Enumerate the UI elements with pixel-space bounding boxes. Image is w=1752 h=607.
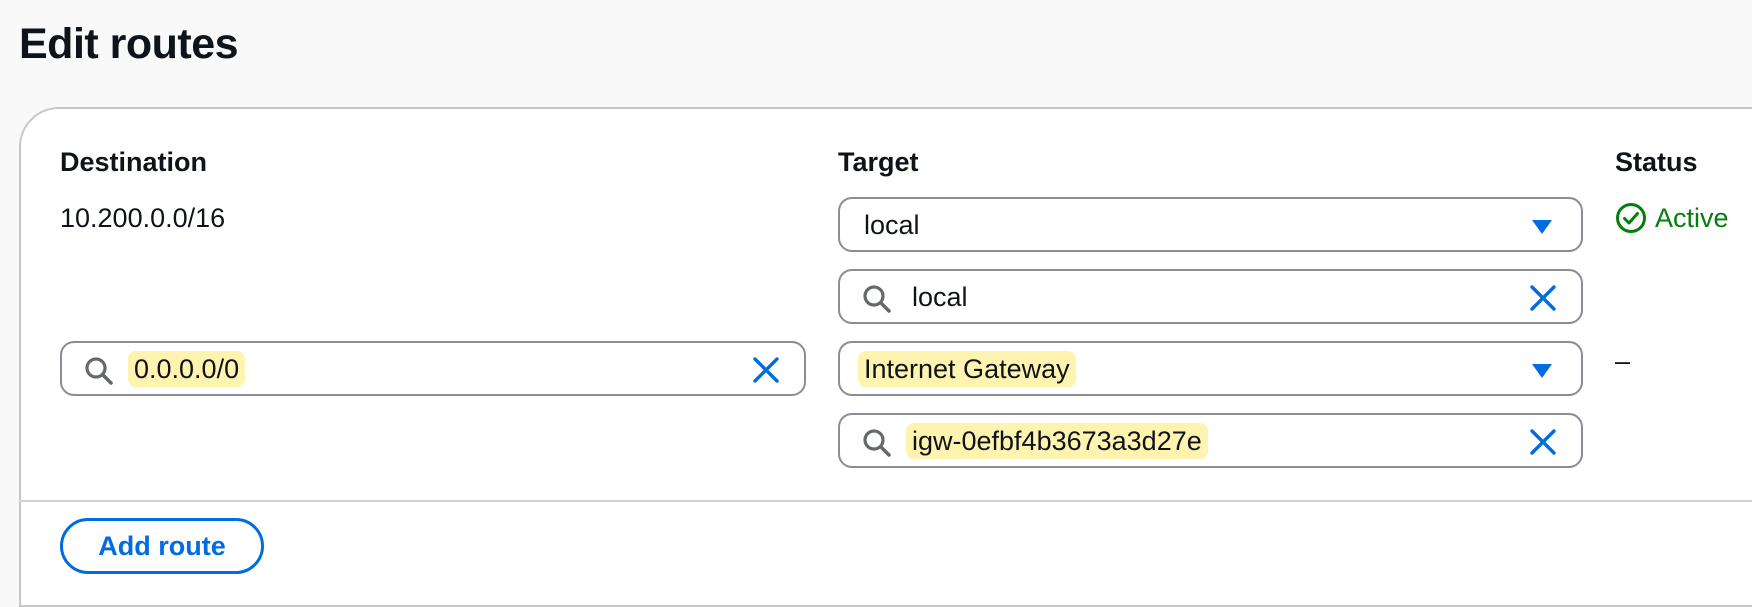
route-2-target-search-value: igw-0efbf4b3673a3d27e: [906, 423, 1208, 459]
search-icon: [863, 285, 891, 313]
route-1-target-select-value: local: [864, 210, 920, 240]
page-title: Edit routes: [19, 20, 239, 68]
close-icon[interactable]: [1528, 427, 1558, 457]
route-1-status: Active: [1615, 200, 1729, 236]
route-1-target-search-value: local: [912, 282, 968, 312]
close-icon[interactable]: [1528, 283, 1558, 313]
caret-down-icon: [1532, 220, 1552, 234]
column-header-target: Target: [838, 147, 919, 177]
route-2-target-select-value: Internet Gateway: [858, 351, 1076, 387]
route-1-destination: 10.200.0.0/16: [60, 203, 226, 233]
route-1-target-select[interactable]: local: [838, 197, 1583, 252]
route-2-target-search-input[interactable]: igw-0efbf4b3673a3d27e: [838, 413, 1583, 468]
column-header-destination: Destination: [60, 147, 208, 177]
route-1-status-label: Active: [1655, 203, 1729, 233]
column-header-status: Status: [1615, 147, 1698, 177]
divider: [19, 500, 1752, 502]
caret-down-icon: [1532, 364, 1552, 378]
search-icon: [85, 357, 113, 385]
search-icon: [863, 429, 891, 457]
check-circle-icon: [1616, 203, 1646, 233]
route-2-target-select[interactable]: Internet Gateway: [838, 341, 1583, 396]
route-2-status: –: [1615, 346, 1631, 376]
close-icon[interactable]: [751, 355, 781, 385]
add-route-button[interactable]: Add route: [60, 518, 264, 574]
route-2-destination-value: 0.0.0.0/0: [128, 351, 246, 387]
route-2-destination-search-input[interactable]: 0.0.0.0/0: [60, 341, 806, 396]
route-1-target-search-input[interactable]: local: [838, 269, 1583, 324]
